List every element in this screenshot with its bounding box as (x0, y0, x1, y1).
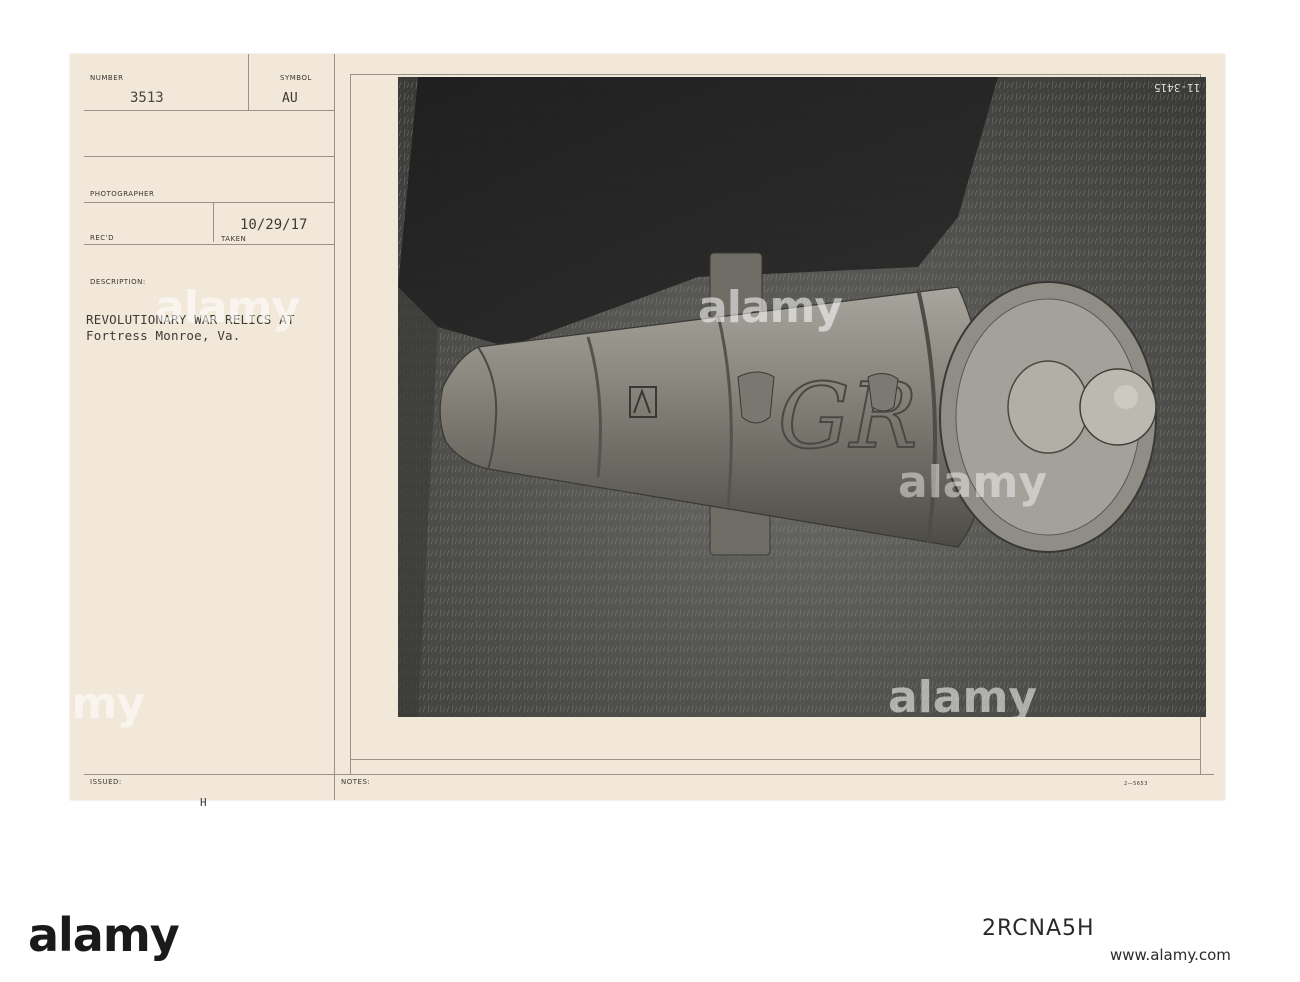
frame-line (350, 74, 351, 774)
number-value: 3513 (130, 90, 164, 106)
symbol-label: SYMBOL (280, 74, 312, 82)
site-link[interactable]: www.alamy.com (1110, 946, 1231, 964)
notes-label: NOTES: (341, 778, 371, 786)
photo-number: 11-3415 (1153, 81, 1200, 94)
number-label: NUMBER (90, 74, 124, 82)
watermark-text: alamy (0, 678, 145, 729)
recd-label: REC'D (90, 234, 114, 242)
form-divider (84, 202, 334, 203)
form-divider (334, 54, 335, 800)
description-label: DESCRIPTION: (90, 278, 146, 286)
form-divider (84, 244, 334, 245)
taken-label: TAKEN (221, 235, 247, 243)
watermark-text: alamy (888, 672, 1037, 717)
watermark-text: alamy (698, 282, 842, 333)
symbol-value: AU (282, 91, 298, 106)
photographer-label: PHOTOGRAPHER (90, 190, 155, 198)
cannon-photograph: GR alamy alamy alamy 11-3415 (398, 77, 1206, 717)
form-divider (84, 110, 334, 111)
form-divider (84, 774, 1214, 775)
form-divider (248, 54, 249, 110)
frame-line (350, 759, 1200, 760)
taken-value: 10/29/17 (240, 217, 308, 233)
footer-band (0, 892, 1300, 982)
image-id: 2RCNA5H (982, 916, 1095, 941)
form-divider (213, 202, 214, 242)
issued-value: H (200, 796, 207, 809)
watermark-text: alamy (898, 457, 1047, 508)
watermark-text: alamy (155, 282, 300, 333)
form-code: 2—5653 (1124, 781, 1148, 787)
issued-label: ISSUED: (90, 778, 122, 786)
form-divider (84, 156, 334, 157)
brand-logo[interactable]: alamy (28, 908, 180, 962)
frame-line (350, 74, 1200, 75)
cannon-image: GR alamy alamy alamy (398, 77, 1206, 717)
